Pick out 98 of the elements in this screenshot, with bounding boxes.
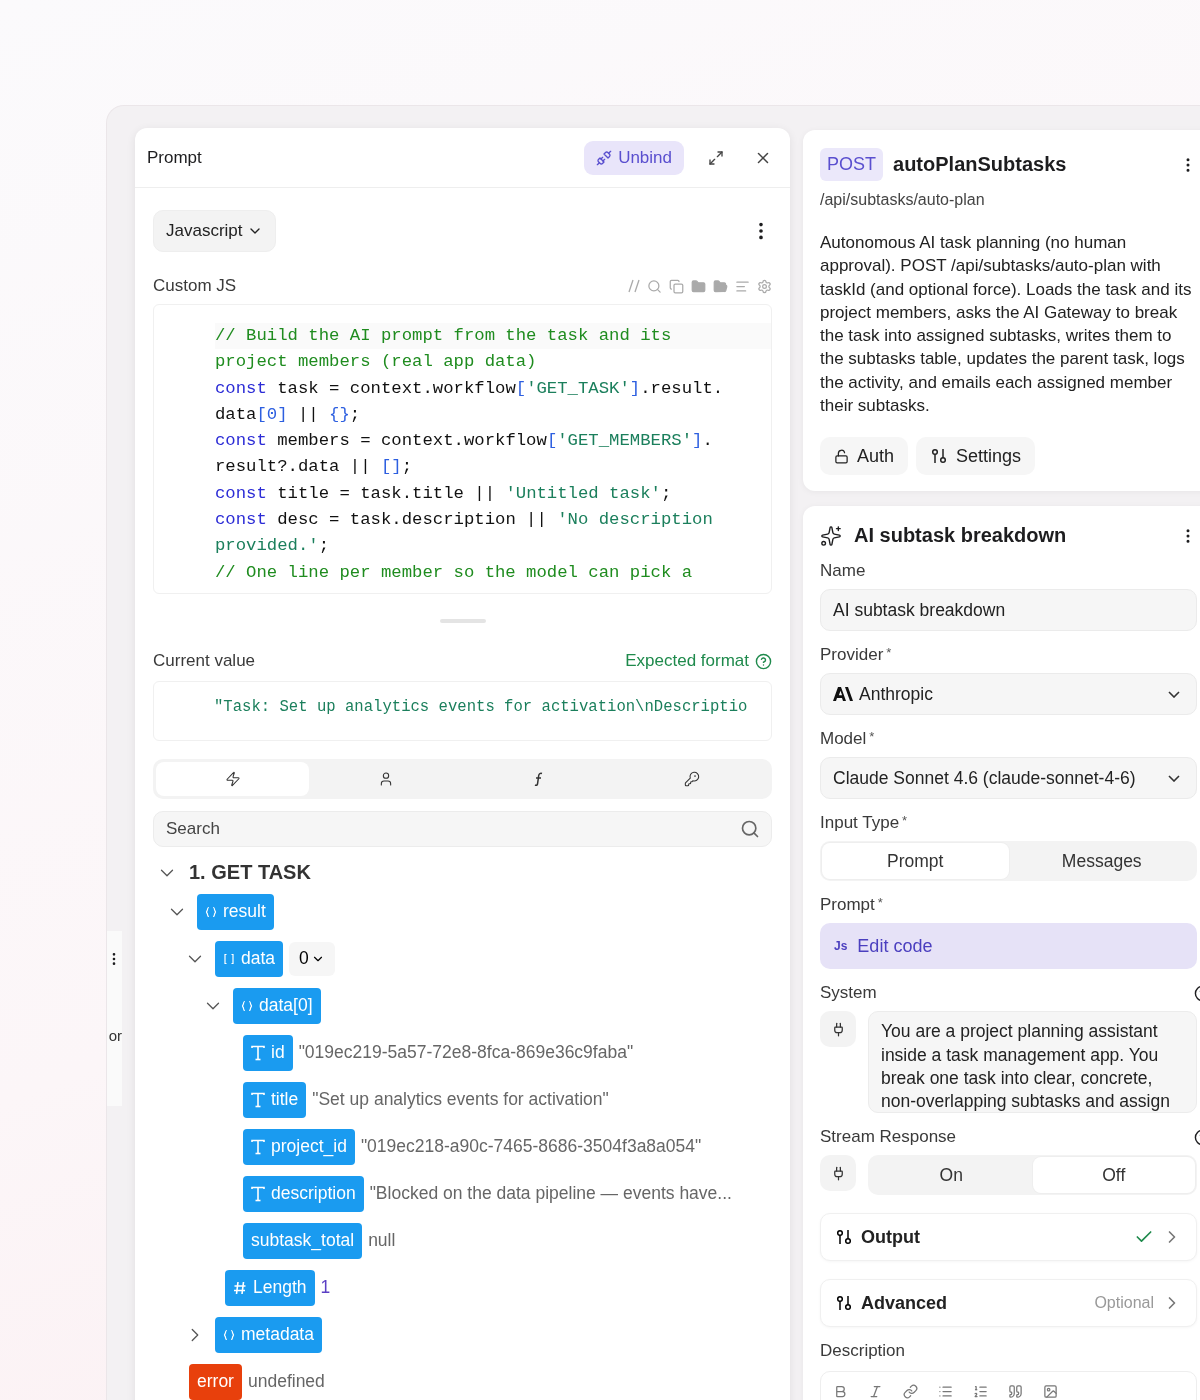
code-line: project members (real app data) xyxy=(215,351,538,374)
sparkles-icon xyxy=(820,524,842,547)
help-icon xyxy=(755,652,772,670)
field-label: Input Type xyxy=(820,813,900,834)
method-badge: POST xyxy=(820,148,883,181)
edit-code-button[interactable]: Js Edit code xyxy=(820,923,1197,970)
code-line: const task = context.workflow['GET_TASK'].result. xyxy=(215,377,725,400)
node-title: AI subtask breakdown xyxy=(854,524,1068,548)
comment-toggle-icon[interactable] xyxy=(628,279,640,293)
expand-icon xyxy=(708,149,724,166)
endpoint-name: autoPlanSubtasks xyxy=(893,153,1068,176)
current-value-label: Current value xyxy=(153,651,256,671)
background-text: or xyxy=(108,1027,122,1044)
folder-icon[interactable] xyxy=(691,278,706,294)
code-line: const desc = task.description || 'No description xyxy=(215,509,714,532)
required-mark: * xyxy=(877,895,883,911)
chevron-down-icon xyxy=(1168,690,1180,698)
value-text: "Blocked on the data pipeline — events have... xyxy=(369,1183,732,1204)
name-field[interactable]: AI subtask breakdown xyxy=(820,589,1197,632)
text-type-icon xyxy=(251,1138,265,1155)
language-dropdown[interactable]: Javascript xyxy=(153,210,276,252)
folder-open-icon[interactable] xyxy=(713,278,728,294)
system-field[interactable]: You are a project planning assistant inside a task management app. You break one task into clear, concrete, non-overlapping subtasks and assign xyxy=(868,1011,1197,1114)
link-icon[interactable] xyxy=(903,1384,918,1400)
field-label: Name xyxy=(820,561,866,582)
field-label: Stream Response xyxy=(820,1127,957,1148)
image-icon[interactable] xyxy=(1043,1384,1058,1400)
value-text: 1 xyxy=(320,1277,331,1298)
text-type-icon xyxy=(251,1044,265,1061)
endpoint-description: Autonomous AI task planning (no human approval). POST /api/subtasks/auto-plan with taskId (and optional force). Loads the task and its project members, asks the AI Gateway to break the task into assigned subtasks, writes them to the subtasks table, updates the parent task, logs the activity, and emails each assigned member their subtasks. xyxy=(820,232,1193,418)
code-line: const members = context.workflow['GET_MEMBERS']. xyxy=(215,430,714,453)
code-line: // One line per member so the model can pick a xyxy=(215,561,694,584)
endpoint-path: /api/subtasks/auto-plan xyxy=(820,191,986,209)
unbind-button[interactable]: Unbind xyxy=(584,140,684,175)
value-text: "019ec219-5a57-72e8-8fca-869e36c9faba" xyxy=(298,1042,634,1063)
braces-icon xyxy=(223,1328,235,1341)
code-line: data[0] || {}; xyxy=(215,403,362,426)
panel-title: Prompt xyxy=(147,147,203,168)
bind-button[interactable] xyxy=(820,1011,856,1048)
required-mark: * xyxy=(869,729,875,745)
value-text: "Task: Set up analytics events for activation\nDescriptio xyxy=(214,698,748,716)
lock-icon xyxy=(834,448,849,464)
lightning-icon xyxy=(224,771,241,787)
search-field[interactable]: Search xyxy=(153,811,772,847)
required-mark: * xyxy=(902,813,908,829)
section-row[interactable]: Advanced Optional xyxy=(820,1279,1197,1328)
code-line: provided.'; xyxy=(215,535,331,558)
settings-button[interactable]: Settings xyxy=(916,437,1036,476)
key-icon xyxy=(684,771,701,787)
quote-icon[interactable] xyxy=(1008,1384,1023,1400)
braces-icon xyxy=(205,905,217,918)
segment-option[interactable]: Off xyxy=(1032,1157,1195,1194)
hash-icon xyxy=(233,1280,247,1295)
auth-button[interactable]: Auth xyxy=(820,437,909,476)
key-badge[interactable]: error xyxy=(189,1363,242,1400)
braces-icon xyxy=(241,999,253,1012)
logo-icon xyxy=(833,687,853,702)
expected-format-link[interactable]: Expected format xyxy=(625,651,772,671)
sliders-icon xyxy=(835,1228,853,1247)
segment-option[interactable]: On xyxy=(870,1157,1033,1194)
ordered-list-icon[interactable] xyxy=(973,1384,988,1400)
format-icon[interactable] xyxy=(735,278,750,294)
code-line: result?.data || []; xyxy=(215,456,414,479)
code-line: const title = task.title || 'Untitled task'; xyxy=(215,482,673,505)
unplug-icon xyxy=(596,149,613,166)
provider-dropdown[interactable]: Anthropic xyxy=(820,673,1197,716)
bind-button[interactable] xyxy=(820,1155,856,1192)
text-type-icon xyxy=(251,1185,265,1202)
brackets-icon xyxy=(223,952,235,965)
copy-icon[interactable] xyxy=(669,278,684,294)
field-label: Prompt xyxy=(820,895,875,916)
sliders-icon xyxy=(930,447,949,466)
chevron-down-icon xyxy=(1168,774,1180,782)
field-label: System xyxy=(820,983,877,1004)
settings-icon[interactable] xyxy=(757,278,772,294)
segment-option[interactable]: Messages xyxy=(1008,843,1195,880)
bold-icon[interactable] xyxy=(833,1384,848,1400)
value-text: "Set up analytics events for activation" xyxy=(312,1089,609,1110)
segment-option[interactable]: Prompt xyxy=(822,843,1009,880)
field-label: Model xyxy=(820,729,867,750)
model-dropdown[interactable]: Claude Sonnet 4.6 (claude-sonnet-4-6) xyxy=(820,757,1197,800)
required-mark: * xyxy=(886,645,892,661)
search-icon[interactable] xyxy=(647,278,662,294)
field-label: Provider xyxy=(820,645,884,666)
value-text: "019ec218-a90c-7465-8686-3504f3a8a054" xyxy=(360,1136,702,1157)
index-dropdown[interactable]: 0 xyxy=(289,941,335,976)
field-label: Description xyxy=(820,1341,907,1362)
text-type-icon xyxy=(251,1091,265,1108)
italic-icon[interactable] xyxy=(868,1384,883,1400)
search-icon xyxy=(740,819,760,839)
step-title: 1. GET TASK xyxy=(189,861,311,884)
value-text: undefined xyxy=(247,1371,325,1392)
optional-note: Optional xyxy=(1094,1294,1154,1313)
value-text: null xyxy=(368,1230,396,1251)
sliders-icon xyxy=(835,1294,853,1313)
list-icon[interactable] xyxy=(938,1384,953,1400)
code-label: Custom JS xyxy=(153,276,237,296)
section-row[interactable]: Output xyxy=(820,1213,1197,1262)
